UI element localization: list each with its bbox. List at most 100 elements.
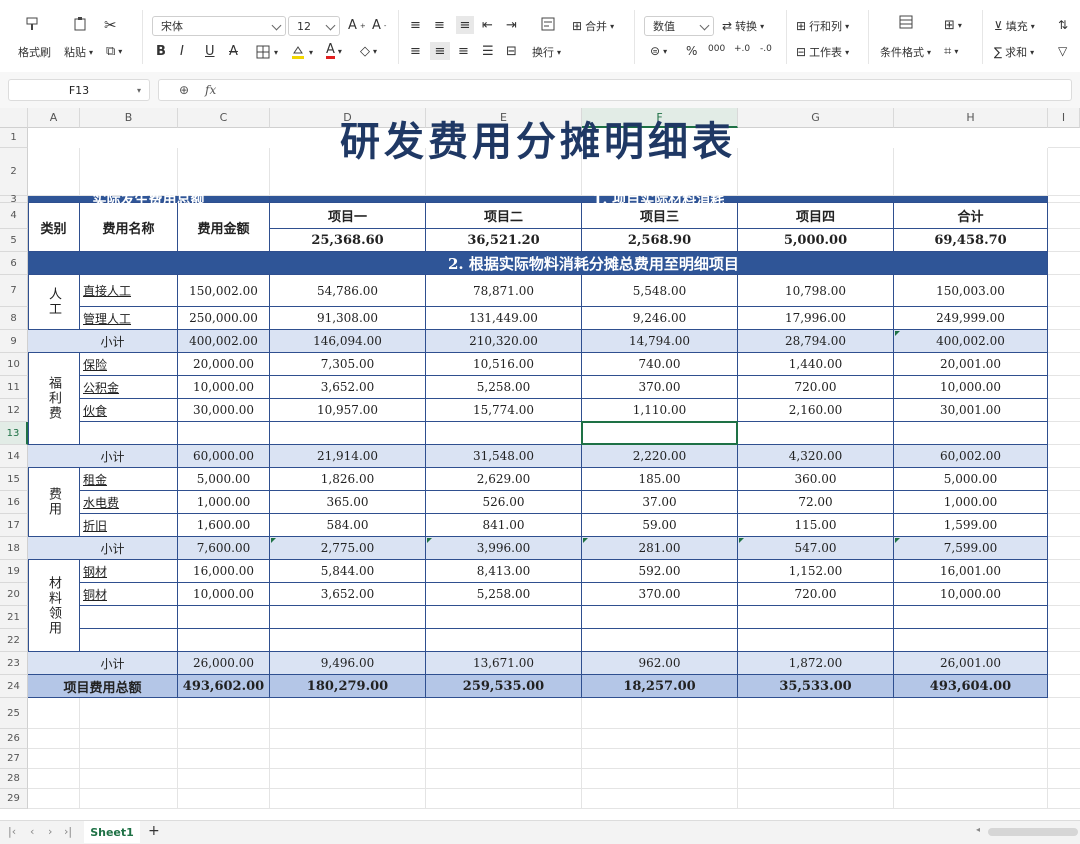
empty-cell[interactable] [178,606,270,629]
allocation-cell[interactable]: 249,999.00 [894,307,1048,330]
allocation-cell[interactable]: 150,003.00 [894,275,1048,307]
row-header-6[interactable]: 6 [0,252,28,275]
prev-sheet-icon[interactable]: ‹ [30,825,34,838]
allocation-cell[interactable]: 35,533.00 [738,675,894,698]
row-header-28[interactable]: 28 [0,769,28,789]
allocation-cell[interactable]: 3,652.00 [270,376,426,399]
allocation-cell[interactable]: 1,599.00 [894,514,1048,537]
header-fee-amount[interactable]: 费用金额 [178,203,270,252]
allocation-cell[interactable]: 59.00 [582,514,738,537]
allocation-cell[interactable]: 26,001.00 [894,652,1048,675]
group-labor[interactable]: 人工 [28,275,80,330]
allocation-cell[interactable]: 115.00 [738,514,894,537]
column-header-c[interactable]: C [178,108,270,128]
fee-amount-cell[interactable]: 400,002.00 [178,330,270,353]
allocation-cell[interactable]: 16,001.00 [894,560,1048,583]
row-header-13[interactable]: 13 [0,422,28,445]
format-painter-button[interactable]: 格式刷 [18,44,51,60]
allocation-cell[interactable]: 1,000.00 [894,491,1048,514]
allocation-cell[interactable]: 5,258.00 [426,376,582,399]
cut-icon[interactable]: ✂ [104,16,117,34]
align-left-icon[interactable]: ≡ [410,44,421,59]
allocation-cell[interactable]: 131,449.00 [426,307,582,330]
allocation-cell[interactable]: 370.00 [582,376,738,399]
fee-amount-cell[interactable]: 10,000.00 [178,376,270,399]
tab-sheet1[interactable]: Sheet1 [84,821,140,843]
worksheet-button[interactable]: ⊟ 工作表 ▾ [796,44,849,60]
paste-button[interactable]: 粘贴 ▾ [64,44,93,60]
header-section-2[interactable]: 2. 根据实际物料消耗分摊总费用至明细项目 [28,252,1048,275]
select-all-corner[interactable] [0,108,28,128]
bold-icon[interactable]: B [156,44,166,59]
align-top-icon[interactable]: ≡ [410,18,421,33]
table-style-icon[interactable]: ⌗ ▾ [944,44,958,59]
allocation-cell[interactable]: 91,308.00 [270,307,426,330]
sum-button[interactable]: ∑ 求和 ▾ [994,44,1034,60]
row-header-19[interactable]: 19 [0,560,28,583]
allocation-cell[interactable]: 5,000.00 [894,468,1048,491]
allocation-cell[interactable]: 9,246.00 [582,307,738,330]
align-center-icon[interactable]: ≡ [430,42,450,60]
allocation-cell[interactable]: 2,775.00 [270,537,426,560]
allocation-cell[interactable]: 3,996.00 [426,537,582,560]
row-header-4[interactable]: 4 [0,203,28,229]
group-material[interactable]: 材料领用 [28,560,80,652]
number-format-select[interactable]: 数值 [644,16,714,36]
formula-input[interactable]: ⊕ fx [158,79,1072,101]
fee-name-cell[interactable]: 管理人工 [80,307,178,330]
column-header-a[interactable]: A [28,108,80,128]
allocation-cell[interactable]: 526.00 [426,491,582,514]
first-sheet-icon[interactable]: |‹ [8,825,16,838]
allocation-cell[interactable]: 54,786.00 [270,275,426,307]
row-header-21[interactable]: 21 [0,606,28,629]
column-header-h[interactable]: H [894,108,1048,128]
allocation-cell[interactable]: 1,872.00 [738,652,894,675]
merge-button[interactable]: ⊞ 合并 ▾ [572,18,614,34]
empty-cell[interactable] [738,422,894,445]
fee-amount-cell[interactable]: 30,000.00 [178,399,270,422]
fee-amount-cell[interactable]: 1,000.00 [178,491,270,514]
convert-button[interactable]: ⇄ 转换 ▾ [722,18,764,34]
name-box[interactable]: F13 ▾ [8,79,150,101]
subtotal-label[interactable]: 小计 [28,330,178,353]
header-actual-total[interactable]: 实际发生费用总额 [28,192,270,208]
column-header-g[interactable]: G [738,108,894,128]
fee-amount-cell[interactable]: 60,000.00 [178,445,270,468]
wrap-button[interactable]: 换行 ▾ [532,44,561,60]
allocation-cell[interactable]: 1,826.00 [270,468,426,491]
group-welfare[interactable]: 福利费 [28,353,80,445]
fee-name-cell[interactable]: 保险 [80,353,178,376]
row-header-3[interactable]: 3 [0,194,28,205]
align-middle-icon[interactable]: ≡ [434,18,445,33]
page-title[interactable]: 研发费用分摊明细表 [28,118,1048,165]
row-header-5[interactable]: 5 [0,229,28,252]
row-header-18[interactable]: 18 [0,537,28,560]
fee-name-cell[interactable]: 折旧 [80,514,178,537]
fee-name-cell[interactable]: 租金 [80,468,178,491]
allocation-cell[interactable]: 720.00 [738,376,894,399]
indent-decrease-icon[interactable]: ⇤ [482,18,493,33]
row-header-17[interactable]: 17 [0,514,28,537]
align-bottom-icon[interactable]: ≡ [456,16,474,34]
cell-style-icon[interactable]: ⊞ ▾ [944,18,962,33]
increase-decimal-icon[interactable]: +.0 [734,44,750,54]
allocation-cell[interactable]: 31,548.00 [426,445,582,468]
project-header[interactable]: 项目四 [738,203,894,229]
allocation-cell[interactable]: 10,000.00 [894,583,1048,606]
empty-cell[interactable] [80,422,178,445]
project-header[interactable]: 项目一 [270,203,426,229]
row-header-25[interactable]: 25 [0,698,28,729]
conditional-format-icon[interactable] [898,14,914,30]
fee-name-cell[interactable]: 直接人工 [80,275,178,307]
empty-cell[interactable] [426,629,582,652]
justify-icon[interactable]: ☰ [482,44,494,59]
allocation-cell[interactable]: 360.00 [738,468,894,491]
project-value[interactable]: 25,368.60 [270,229,426,252]
row-header-11[interactable]: 11 [0,376,28,399]
fee-amount-cell[interactable]: 493,602.00 [178,675,270,698]
empty-cell[interactable] [270,629,426,652]
row-header-9[interactable]: 9 [0,330,28,353]
allocation-cell[interactable]: 3,652.00 [270,583,426,606]
active-cell-f13[interactable] [581,421,738,445]
allocation-cell[interactable]: 78,871.00 [426,275,582,307]
